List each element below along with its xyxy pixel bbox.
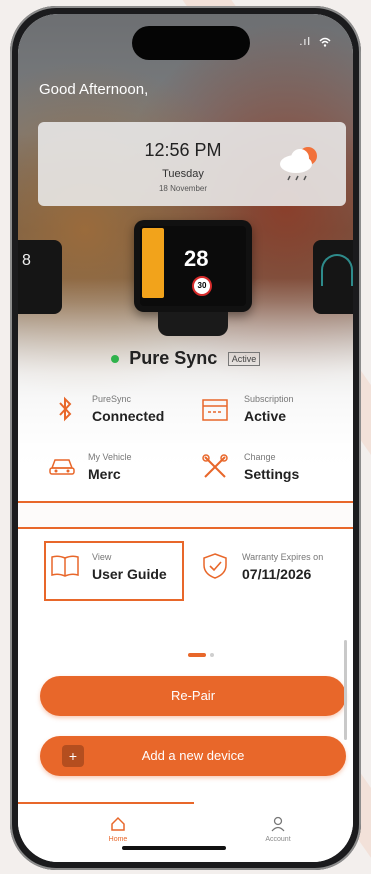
- dynamic-island: [132, 26, 250, 60]
- device-image: 28 30: [134, 220, 252, 312]
- greeting: Good Afternoon,: [39, 81, 149, 98]
- home-indicator: [122, 846, 226, 850]
- tab-home[interactable]: Home: [68, 802, 168, 852]
- settings-card[interactable]: Change Settings: [194, 450, 334, 486]
- clock-time: 12:56 PM: [144, 140, 222, 160]
- user-guide-card[interactable]: View User Guide: [46, 548, 180, 588]
- add-device-button[interactable]: + Add a new device: [40, 736, 346, 776]
- subscription-value: Active: [244, 408, 287, 424]
- car-icon: [49, 459, 75, 475]
- puresync-label: PureSync: [92, 394, 132, 404]
- subscription-label: Subscription: [244, 394, 294, 404]
- warranty-label: Warranty Expires on: [242, 552, 324, 562]
- tab-home-label: Home: [108, 836, 128, 843]
- highlight-line-bottom: [18, 527, 353, 529]
- wifi-icon: [319, 37, 331, 47]
- signal-icon: .ıl: [299, 36, 311, 48]
- warranty-card[interactable]: Warranty Expires on 07/11/2026: [198, 548, 348, 588]
- add-device-label: Add a new device: [141, 748, 245, 763]
- tab-account-label: Account: [265, 836, 291, 843]
- shield-check-icon: [203, 553, 227, 579]
- user-guide-label: View: [92, 552, 112, 562]
- bluetooth-icon: [59, 396, 72, 422]
- tools-icon: [202, 454, 228, 478]
- device-mount: [158, 312, 228, 336]
- puresync-value: Connected: [92, 408, 165, 424]
- status-icons: .ıl: [299, 36, 331, 48]
- bottom-tab-bar: Home Account: [18, 802, 353, 862]
- vehicle-card[interactable]: My Vehicle Merc: [38, 450, 178, 486]
- app-screen: .ıl Good Afternoon, 12:56 PM Tuesday 18 …: [18, 14, 353, 862]
- toll-gate-icon: [202, 399, 228, 421]
- connected-dot-icon: [110, 354, 119, 363]
- subscription-card[interactable]: Subscription Active: [194, 392, 334, 428]
- plus-icon: +: [62, 745, 84, 767]
- vehicle-value: Merc: [88, 466, 121, 482]
- puresync-card[interactable]: PureSync Connected: [44, 392, 184, 428]
- time-weather-card: 12:56 PM Tuesday 18 November: [38, 122, 346, 206]
- tab-account[interactable]: Account: [228, 802, 328, 852]
- carousel-pager: [188, 653, 218, 659]
- phone-frame: .ıl Good Afternoon, 12:56 PM Tuesday 18 …: [10, 6, 361, 870]
- active-badge: Active: [227, 351, 261, 366]
- device-limit: 30: [192, 276, 212, 296]
- repair-button[interactable]: Re-Pair: [40, 676, 346, 716]
- highlight-gap: [18, 503, 353, 527]
- settings-label: Change: [244, 452, 276, 462]
- vehicle-label: My Vehicle: [88, 452, 132, 462]
- warranty-value: 07/11/2026: [242, 566, 312, 582]
- book-icon: [51, 555, 79, 577]
- device-name: Pure Sync: [129, 348, 218, 368]
- clock-day: Tuesday: [162, 168, 204, 180]
- home-icon: [111, 816, 125, 831]
- settings-value: Settings: [244, 466, 300, 482]
- account-icon: [271, 816, 285, 832]
- device-status-row: Pure Sync Active: [18, 348, 353, 369]
- weather-icon: [280, 147, 317, 181]
- user-guide-value: User Guide: [92, 566, 167, 582]
- device-speed: 28: [184, 246, 209, 271]
- clock-date: 18 November: [158, 184, 208, 193]
- carousel-next-device[interactable]: [313, 240, 353, 314]
- scrollbar[interactable]: [344, 640, 347, 740]
- carousel-prev-device[interactable]: 8: [18, 240, 62, 314]
